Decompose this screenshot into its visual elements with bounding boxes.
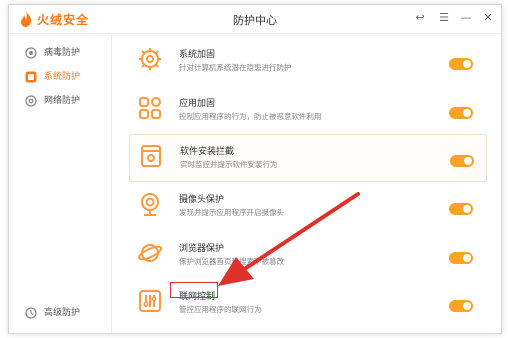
annotation-arrow <box>218 192 360 286</box>
